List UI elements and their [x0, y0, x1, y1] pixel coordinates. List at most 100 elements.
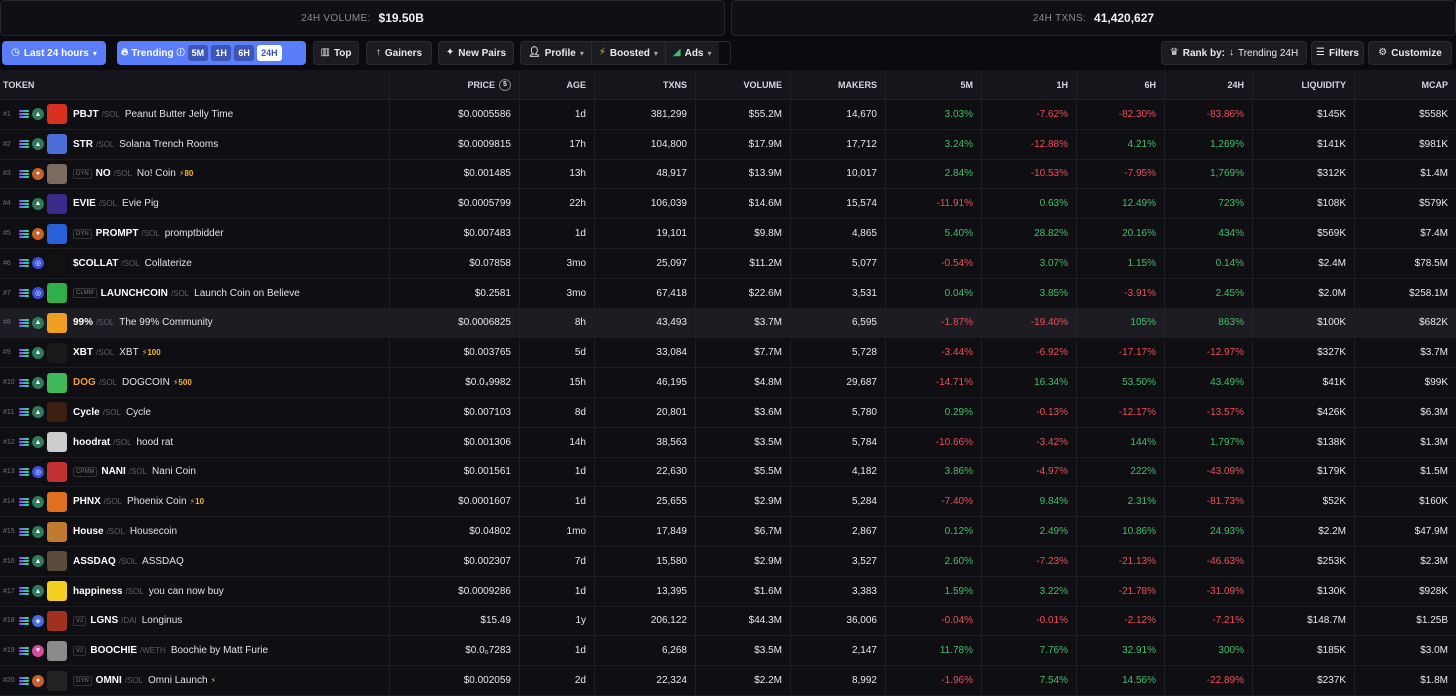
token-cell[interactable]: #5 ● DYN PROMPT/SOL promptbidder: [0, 219, 390, 248]
dex-icon: ●: [32, 674, 44, 687]
header-volume[interactable]: VOLUME: [696, 70, 791, 99]
profile-button[interactable]: 👤︎ Profile ▾: [521, 42, 592, 64]
change-5m-cell: -7.40%: [886, 487, 982, 517]
header-6h[interactable]: 6H: [1077, 70, 1165, 99]
liquidity-cell: $2.0M: [1253, 278, 1355, 308]
timeframe-6h[interactable]: 6H: [234, 45, 255, 61]
table-row[interactable]: #6 ◎ $COLLAT/SOL Collaterize $0.07858 3mo 25,0…: [0, 248, 1456, 279]
trending-button[interactable]: Trending: [131, 48, 173, 59]
token-cell[interactable]: #6 ◎ $COLLAT/SOL Collaterize: [0, 248, 390, 278]
token-logo: [47, 551, 67, 572]
header-24h[interactable]: 24H: [1165, 70, 1253, 99]
solana-chain-icon: [19, 318, 29, 327]
new-pairs-button[interactable]: ✦ New Pairs: [438, 41, 514, 65]
token-cell[interactable]: #15 ▲ House/SOL Housecoin: [0, 517, 390, 546]
gainers-button[interactable]: ↑ Gainers: [366, 41, 432, 65]
token-cell[interactable]: #10 ▲ DOG/SOL DOGCOIN ⚡500: [0, 368, 390, 397]
token-cell[interactable]: #17 ▲ happiness/SOL you can now buy: [0, 576, 390, 606]
header-mcap[interactable]: MCAP: [1355, 70, 1456, 99]
timeframe-24h[interactable]: 24H: [257, 45, 282, 61]
token-cell[interactable]: #19 ♥ V2 BOOCHIE/WETH Boochie by Matt Furie: [0, 636, 390, 666]
rank-by-button[interactable]: ♛ Rank by: ↓ Trending 24H: [1161, 41, 1307, 65]
token-cell[interactable]: #8 ▲ 99%/SOL The 99% Community: [0, 308, 390, 338]
token-name: Collaterize: [144, 257, 192, 269]
header-1h[interactable]: 1H: [982, 70, 1077, 99]
token-cell[interactable]: #13 ◎ CPMM NANI/SOL Nani Coin: [0, 457, 390, 487]
table-row[interactable]: #10 ▲ DOG/SOL DOGCOIN ⚡500 $0.0₄9982 15h 46,195…: [0, 368, 1456, 398]
token-cell[interactable]: #7 ◎ CLMM LAUNCHCOIN/SOL Launch Coin on Beli…: [0, 278, 390, 308]
change-1h-cell: -0.13%: [982, 397, 1077, 427]
change-24h-cell: 43.49%: [1165, 368, 1253, 397]
mcap-cell: $258.1M: [1409, 287, 1448, 299]
token-cell[interactable]: #20 ● DYN OMNI/SOL Omni Launch ⚡: [0, 666, 390, 695]
table-row[interactable]: #18 ◈ V2 LGNS/DAI Longinus $15.49 1y 206,122 $44…: [0, 606, 1456, 637]
token-cell[interactable]: #3 ● DYN NO/SOL No! Coin ⚡80: [0, 159, 390, 189]
txns-cell: 20,801: [595, 397, 696, 427]
filters-button[interactable]: ☰ Filters: [1311, 41, 1364, 65]
token-cell[interactable]: #11 ▲ Cycle/SOL Cycle: [0, 397, 390, 427]
customize-button[interactable]: ⚙︎ Customize: [1368, 41, 1452, 65]
table-row[interactable]: #19 ♥ V2 BOOCHIE/WETH Boochie by Matt Furie $…: [0, 636, 1456, 667]
top-button[interactable]: ▥ Top: [313, 41, 359, 65]
boosted-button[interactable]: ⚡︎ Boosted ▾: [591, 42, 666, 64]
age-cell: 14h: [520, 427, 595, 457]
header-liquidity[interactable]: LIQUIDITY: [1253, 70, 1355, 99]
table-row[interactable]: #9 ▲ XBT/SOL XBT ⚡100 $0.003765 5d 33,084 $7.7M 5…: [0, 338, 1456, 369]
header-price-label: PRICE: [467, 79, 495, 90]
token-symbol: PHNX: [73, 496, 101, 508]
change-24h-cell: -12.97%: [1165, 338, 1253, 368]
token-cell[interactable]: #9 ▲ XBT/SOL XBT ⚡100: [0, 338, 390, 368]
table-row[interactable]: #1 ▲ PBJT/SOL Peanut Butter Jelly Time $0.00…: [0, 100, 1456, 130]
dollar-icon[interactable]: $: [499, 78, 511, 91]
token-symbol: NANI: [101, 466, 126, 478]
timeframe-1h[interactable]: 1H: [211, 45, 232, 61]
liquidity-cell: $2.2M: [1253, 517, 1355, 546]
header-age[interactable]: AGE: [520, 70, 595, 99]
solana-chain-icon: [19, 438, 29, 447]
token-logo: [47, 312, 67, 333]
txns-cell: 206,122: [595, 606, 696, 636]
table-row[interactable]: #8 ▲ 99%/SOL The 99% Community $0.0006825 8h 4…: [0, 308, 1456, 339]
table-row[interactable]: #4 ▲ EVIE/SOL Evie Pig $0.0005799 22h 106,039 $…: [0, 189, 1456, 220]
header-5m[interactable]: 5M: [886, 70, 982, 99]
txns-label: 24H TXNS:: [1032, 12, 1087, 24]
token-cell[interactable]: #4 ▲ EVIE/SOL Evie Pig: [0, 189, 390, 219]
token-symbol: 99%: [73, 317, 94, 329]
table-row[interactable]: #20 ● DYN OMNI/SOL Omni Launch ⚡ $0.002059 2d 22…: [0, 666, 1456, 696]
boost-badge: ⚡10: [189, 497, 205, 507]
age-cell: 13h: [520, 159, 595, 189]
table-row[interactable]: #14 ▲ PHNX/SOL Phoenix Coin ⚡10 $0.0001607 1d 2…: [0, 487, 1456, 518]
table-row[interactable]: #7 ◎ CLMM LAUNCHCOIN/SOL Launch Coin on Beli…: [0, 278, 1456, 309]
change-1h-cell: 3.85%: [982, 278, 1077, 308]
token-cell[interactable]: #1 ▲ PBJT/SOL Peanut Butter Jelly Time: [0, 100, 390, 129]
table-row[interactable]: #12 ▲ hoodrat/SOL hood rat $0.001306 14h 38,56…: [0, 427, 1456, 458]
time-range-button[interactable]: ◷ Last 24 hours ▾: [2, 41, 106, 65]
token-cell[interactable]: #16 ▲ ASSDAQ/SOL ASSDAQ: [0, 546, 390, 576]
table-row[interactable]: #5 ● DYN PROMPT/SOL promptbidder $0.007483 1d 1…: [0, 219, 1456, 249]
table-row[interactable]: #13 ◎ CPMM NANI/SOL Nani Coin $0.001561 1d 22,6…: [0, 457, 1456, 488]
token-cell[interactable]: #2 ▲ STR/SOL Solana Trench Rooms: [0, 129, 390, 159]
header-makers[interactable]: MAKERS: [791, 70, 886, 99]
token-cell[interactable]: #12 ▲ hoodrat/SOL hood rat: [0, 427, 390, 457]
header-price[interactable]: PRICE $: [390, 70, 520, 99]
volume-label: 24H VOLUME:: [301, 12, 371, 24]
table-row[interactable]: #17 ▲ happiness/SOL you can now buy $0.00092…: [0, 576, 1456, 607]
table-row[interactable]: #11 ▲ Cycle/SOL Cycle $0.007103 8d 20,801 $3.6M…: [0, 397, 1456, 428]
liquidity-cell: $141K: [1253, 129, 1355, 159]
change-1h-cell: -7.23%: [982, 546, 1077, 576]
table-row[interactable]: #2 ▲ STR/SOL Solana Trench Rooms $0.0009815 1…: [0, 129, 1456, 160]
token-symbol: LAUNCHCOIN: [100, 287, 168, 299]
arrow-up-icon: ↑: [375, 47, 381, 58]
quote-token: /SOL: [125, 586, 144, 596]
token-cell[interactable]: #18 ◈ V2 LGNS/DAI Longinus: [0, 606, 390, 636]
ads-button[interactable]: ◢ Ads ▾: [665, 42, 719, 64]
table-row[interactable]: #15 ▲ House/SOL Housecoin $0.04802 1mo 17,849 $…: [0, 517, 1456, 547]
quote-symbol: SOL: [143, 229, 160, 239]
timeframe-5m[interactable]: 5M: [187, 45, 209, 61]
token-cell[interactable]: #14 ▲ PHNX/SOL Phoenix Coin ⚡10: [0, 487, 390, 517]
volume-cell: $11.2M: [696, 248, 791, 278]
header-txns[interactable]: TXNS: [595, 70, 696, 99]
table-row[interactable]: #16 ▲ ASSDAQ/SOL ASSDAQ $0.002307 7d 15,580 $2.…: [0, 546, 1456, 577]
header-token[interactable]: TOKEN: [0, 70, 390, 99]
table-row[interactable]: #3 ● DYN NO/SOL No! Coin ⚡80 $0.001485 13h 48,91…: [0, 159, 1456, 190]
